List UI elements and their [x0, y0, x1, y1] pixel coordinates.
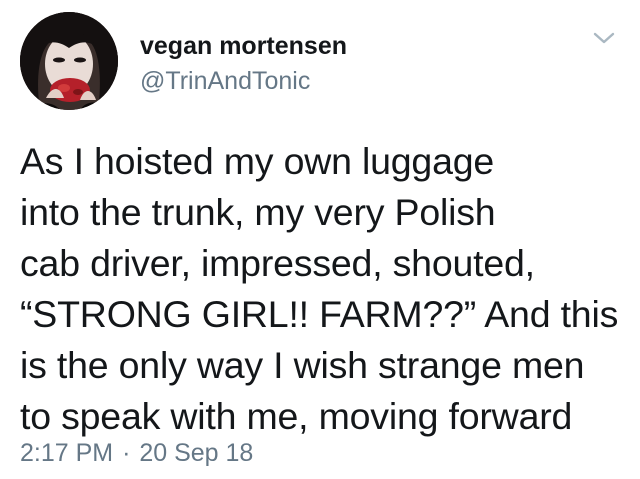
tweet-card: vegan mortensen @TrinAndTonic As I hoist… — [0, 0, 640, 479]
avatar[interactable] — [20, 12, 118, 110]
display-name[interactable]: vegan mortensen — [140, 31, 347, 61]
tweet-line: is the only way I wish strange men — [20, 344, 585, 386]
tweet-time: 2:17 PM — [20, 439, 114, 467]
tweet-line: to speak with me, moving forward — [20, 395, 573, 437]
tweet-line: into the trunk, my very Polish — [20, 191, 496, 233]
user-handle[interactable]: @TrinAndTonic — [140, 66, 310, 96]
tweet-line: cab driver, impressed, shouted, — [20, 242, 535, 284]
chevron-down-icon[interactable] — [592, 28, 616, 48]
meta-separator: · — [122, 439, 131, 467]
tweet-line: “STRONG GIRL!! FARM??” And this — [20, 293, 619, 335]
tweet-date: 20 Sep 18 — [139, 439, 254, 467]
tweet-timestamp[interactable]: 2:17 PM · 20 Sep 18 — [20, 438, 253, 468]
tweet-text: As I hoisted my own luggage into the tru… — [20, 136, 632, 442]
avatar-image — [20, 12, 118, 110]
tweet-line: As I hoisted my own luggage — [20, 140, 495, 182]
